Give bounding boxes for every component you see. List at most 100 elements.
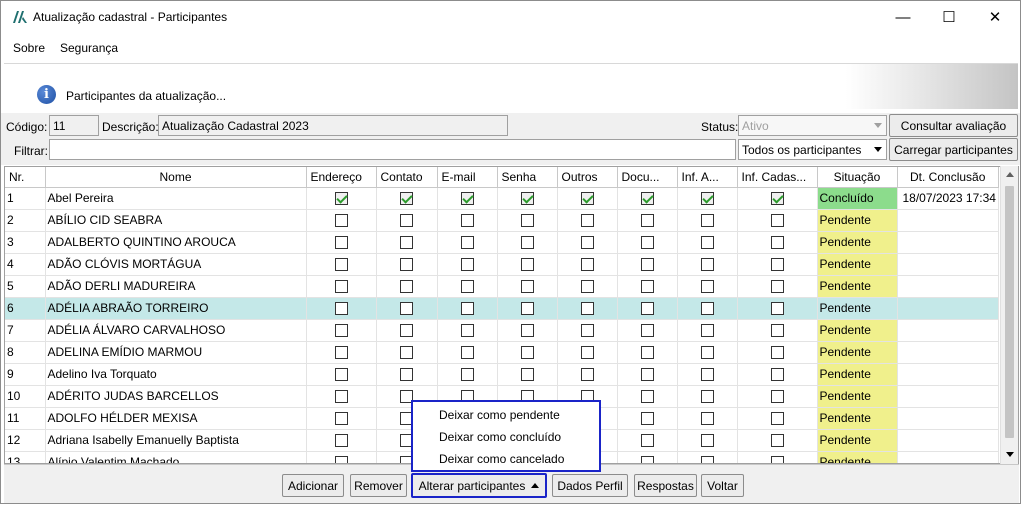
menu-item-pendente[interactable]: Deixar como pendente xyxy=(439,408,560,422)
checkbox[interactable] xyxy=(700,214,714,228)
checkbox[interactable] xyxy=(640,214,654,228)
checkbox[interactable] xyxy=(770,456,784,463)
checkbox[interactable] xyxy=(640,324,654,338)
col-docu-header[interactable]: Docu... xyxy=(617,167,678,188)
remover-button[interactable]: Remover xyxy=(350,474,407,497)
checkbox[interactable] xyxy=(460,368,474,382)
checkbox[interactable] xyxy=(700,280,714,294)
participants-filter-select[interactable]: Todos os participantes xyxy=(738,139,887,160)
menu-seguranca[interactable]: Segurança xyxy=(60,41,118,55)
checkbox[interactable] xyxy=(520,324,534,338)
col-situacao-header[interactable]: Situação xyxy=(817,167,898,188)
checkbox[interactable] xyxy=(770,346,784,360)
table-row[interactable]: 6 ADÉLIA ABRAÃO TORREIRO Pendente xyxy=(5,297,999,320)
checkbox[interactable] xyxy=(640,412,654,426)
table-row[interactable]: 1 Abel Pereira Concluído 18/07/2023 17:34 xyxy=(5,187,999,210)
checkbox[interactable] xyxy=(400,368,413,382)
checkbox[interactable] xyxy=(520,258,534,272)
checkbox[interactable] xyxy=(640,456,654,463)
checkbox[interactable] xyxy=(580,368,594,382)
checkbox[interactable] xyxy=(770,236,784,250)
checkbox[interactable] xyxy=(640,434,654,448)
scroll-down-icon[interactable] xyxy=(1006,452,1014,457)
checkbox[interactable] xyxy=(580,236,594,250)
table-row[interactable]: 2 ABÍLIO CID SEABRA Pendente xyxy=(5,209,999,232)
consultar-avaliacao-button[interactable]: Consultar avaliação xyxy=(889,114,1018,137)
table-row[interactable]: 9 Adelino Iva Torquato Pendente xyxy=(5,363,999,386)
table-row[interactable]: 4 ADÃO CLÓVIS MORTÁGUA Pendente xyxy=(5,253,999,276)
checkbox[interactable] xyxy=(700,368,714,382)
checkbox[interactable] xyxy=(770,368,784,382)
checkbox[interactable] xyxy=(334,258,348,272)
menu-item-concluido[interactable]: Deixar como concluído xyxy=(439,430,561,444)
checkbox[interactable] xyxy=(700,390,714,404)
menu-sobre[interactable]: Sobre xyxy=(13,41,45,55)
checkbox[interactable] xyxy=(700,434,714,448)
checkbox[interactable] xyxy=(770,324,784,338)
checkbox[interactable] xyxy=(460,280,474,294)
checked-checkbox[interactable] xyxy=(334,192,348,206)
checkbox[interactable] xyxy=(460,236,474,250)
checkbox[interactable] xyxy=(334,346,348,360)
checked-checkbox[interactable] xyxy=(580,192,594,206)
status-select[interactable]: Ativo xyxy=(738,115,887,136)
checkbox[interactable] xyxy=(334,324,348,338)
checkbox[interactable] xyxy=(520,302,534,316)
checkbox[interactable] xyxy=(640,258,654,272)
vertical-scrollbar[interactable] xyxy=(1000,166,1018,464)
scroll-thumb[interactable] xyxy=(1005,186,1014,438)
checkbox[interactable] xyxy=(334,412,348,426)
checkbox[interactable] xyxy=(460,258,474,272)
checkbox[interactable] xyxy=(700,346,714,360)
checkbox[interactable] xyxy=(460,346,474,360)
checkbox[interactable] xyxy=(580,258,594,272)
col-email-header[interactable]: E-mail xyxy=(437,167,498,188)
checkbox[interactable] xyxy=(770,412,784,426)
checkbox[interactable] xyxy=(334,434,348,448)
col-outros-header[interactable]: Outros xyxy=(557,167,618,188)
checked-checkbox[interactable] xyxy=(770,192,784,206)
dados-perfil-button[interactable]: Dados Perfil xyxy=(552,474,628,497)
checkbox[interactable] xyxy=(770,302,784,316)
checkbox[interactable] xyxy=(580,346,594,360)
checkbox[interactable] xyxy=(334,214,348,228)
checkbox[interactable] xyxy=(640,302,654,316)
checkbox[interactable] xyxy=(334,236,348,250)
checkbox[interactable] xyxy=(640,346,654,360)
checked-checkbox[interactable] xyxy=(400,192,413,206)
checkbox[interactable] xyxy=(400,346,413,360)
checkbox[interactable] xyxy=(770,258,784,272)
checkbox[interactable] xyxy=(580,302,594,316)
table-row[interactable]: 5 ADÃO DERLI MADUREIRA Pendente xyxy=(5,275,999,298)
checkbox[interactable] xyxy=(400,258,413,272)
checkbox[interactable] xyxy=(400,236,413,250)
table-row[interactable]: 7 ADÉLIA ÁLVARO CARVALHOSO Pendente xyxy=(5,319,999,342)
checkbox[interactable] xyxy=(700,236,714,250)
checkbox[interactable] xyxy=(640,390,654,404)
maximize-button[interactable]: ☐ xyxy=(926,1,972,33)
table-row[interactable]: 8 ADELINA EMÍDIO MARMOU Pendente xyxy=(5,341,999,364)
col-dt-conclusao-header[interactable]: Dt. Conclusão xyxy=(897,167,999,188)
filter-input[interactable] xyxy=(49,139,736,160)
adicionar-button[interactable]: Adicionar xyxy=(282,474,344,497)
checkbox[interactable] xyxy=(400,280,413,294)
carregar-participantes-button[interactable]: Carregar participantes xyxy=(889,138,1018,161)
checkbox[interactable] xyxy=(640,280,654,294)
checkbox[interactable] xyxy=(700,302,714,316)
checked-checkbox[interactable] xyxy=(520,192,534,206)
checked-checkbox[interactable] xyxy=(460,192,474,206)
checkbox[interactable] xyxy=(640,236,654,250)
checkbox[interactable] xyxy=(334,280,348,294)
alterar-participantes-button[interactable]: Alterar participantes xyxy=(411,473,547,498)
checkbox[interactable] xyxy=(700,324,714,338)
table-row[interactable]: 3 ADALBERTO QUINTINO AROUCA Pendente xyxy=(5,231,999,254)
col-nr-header[interactable]: Nr. xyxy=(5,167,46,188)
col-inf-cadas-header[interactable]: Inf. Cadas... xyxy=(737,167,818,188)
checkbox[interactable] xyxy=(334,368,348,382)
checkbox[interactable] xyxy=(700,258,714,272)
checkbox[interactable] xyxy=(770,280,784,294)
col-senha-header[interactable]: Senha xyxy=(497,167,558,188)
col-contato-header[interactable]: Contato xyxy=(376,167,438,188)
menu-item-cancelado[interactable]: Deixar como cancelado xyxy=(439,452,564,466)
checkbox[interactable] xyxy=(334,456,348,463)
